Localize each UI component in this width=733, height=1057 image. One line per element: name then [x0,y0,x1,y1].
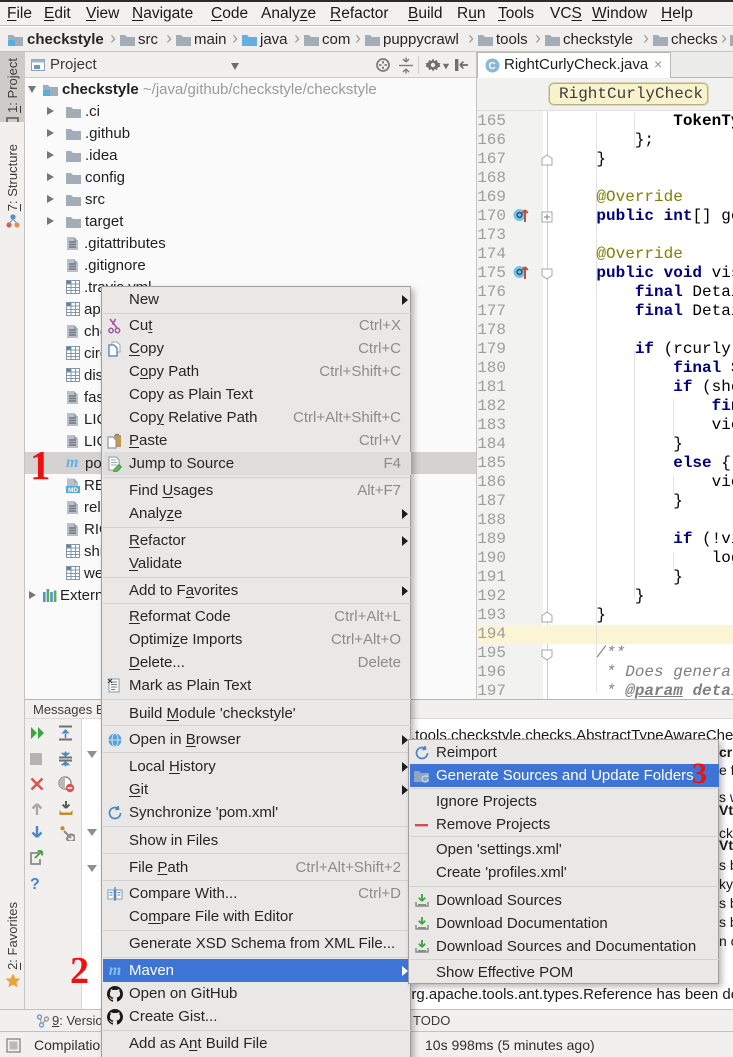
svg-text:MD: MD [68,487,78,493]
svg-text:C: C [489,61,496,72]
